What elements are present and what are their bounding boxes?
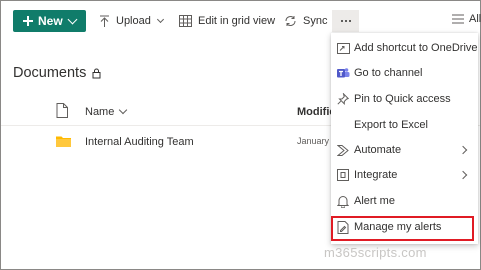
row-name[interactable]: Internal Auditing Team	[85, 136, 194, 148]
upload-icon	[100, 15, 109, 27]
name-column-header[interactable]: Name	[85, 105, 128, 118]
menu-item-label: Integrate	[354, 169, 398, 181]
view-all-button[interactable]: All	[452, 13, 481, 25]
menu-item-label: Alert me	[354, 195, 395, 207]
file-type-icon[interactable]	[56, 103, 68, 118]
watermark: m365scripts.com	[324, 245, 427, 260]
sync-label: Sync	[303, 15, 328, 27]
edit-grid-view-button[interactable]: Edit in grid view	[179, 13, 275, 29]
folder-icon	[56, 136, 71, 147]
chevron-right-icon	[458, 170, 468, 180]
menu-item-label: Add shortcut to OneDrive	[354, 42, 478, 54]
chevron-down-icon	[156, 15, 164, 24]
list-view-icon	[452, 14, 464, 24]
library-title: Documents	[13, 65, 101, 81]
modified-column-header[interactable]: Modified	[297, 106, 335, 118]
more-options-menu: Add shortcut to OneDrive Go to channel P…	[331, 33, 478, 244]
menu-item-export-excel[interactable]: Export to Excel	[331, 113, 478, 138]
upload-button[interactable]: Upload	[99, 13, 164, 29]
menu-item-add-shortcut[interactable]: Add shortcut to OneDrive	[331, 36, 478, 61]
chevron-right-icon	[458, 145, 468, 155]
grid-icon	[179, 15, 192, 27]
sync-icon	[285, 16, 296, 26]
library-title-text: Documents	[13, 65, 87, 81]
row-modified: January 3	[297, 136, 333, 146]
teams-icon	[336, 66, 350, 80]
menu-item-go-to-channel[interactable]: Go to channel	[331, 61, 478, 86]
pin-icon	[336, 92, 350, 106]
new-button[interactable]: New	[13, 10, 86, 32]
name-column-label: Name	[85, 106, 115, 118]
plus-icon	[23, 16, 33, 26]
view-all-label: All	[469, 13, 481, 25]
menu-item-integrate[interactable]: Integrate	[331, 163, 478, 188]
sync-button[interactable]: Sync	[284, 13, 327, 29]
integrate-icon	[336, 168, 350, 182]
menu-item-label: Go to channel	[354, 67, 423, 79]
dot-icon	[348, 20, 351, 22]
dot-icon	[344, 20, 347, 22]
dot-icon	[340, 20, 343, 22]
edit-grid-view-label: Edit in grid view	[198, 15, 276, 27]
menu-item-label: Automate	[354, 144, 402, 156]
menu-item-label: Export to Excel	[354, 119, 428, 131]
new-button-label: New	[38, 14, 63, 28]
shortcut-icon	[336, 41, 350, 55]
lock-icon	[92, 68, 101, 78]
highlight-box	[331, 216, 474, 241]
upload-label: Upload	[116, 15, 151, 27]
chevron-down-icon	[67, 14, 78, 25]
menu-item-automate[interactable]: Automate	[331, 138, 478, 163]
menu-item-label: Pin to Quick access	[354, 93, 451, 105]
automate-icon	[336, 143, 350, 157]
menu-item-pin-quick-access[interactable]: Pin to Quick access	[331, 87, 478, 112]
chevron-down-icon	[119, 105, 128, 115]
bell-icon	[336, 194, 350, 208]
menu-item-alert-me[interactable]: Alert me	[331, 189, 478, 214]
more-options-button[interactable]	[332, 10, 359, 32]
